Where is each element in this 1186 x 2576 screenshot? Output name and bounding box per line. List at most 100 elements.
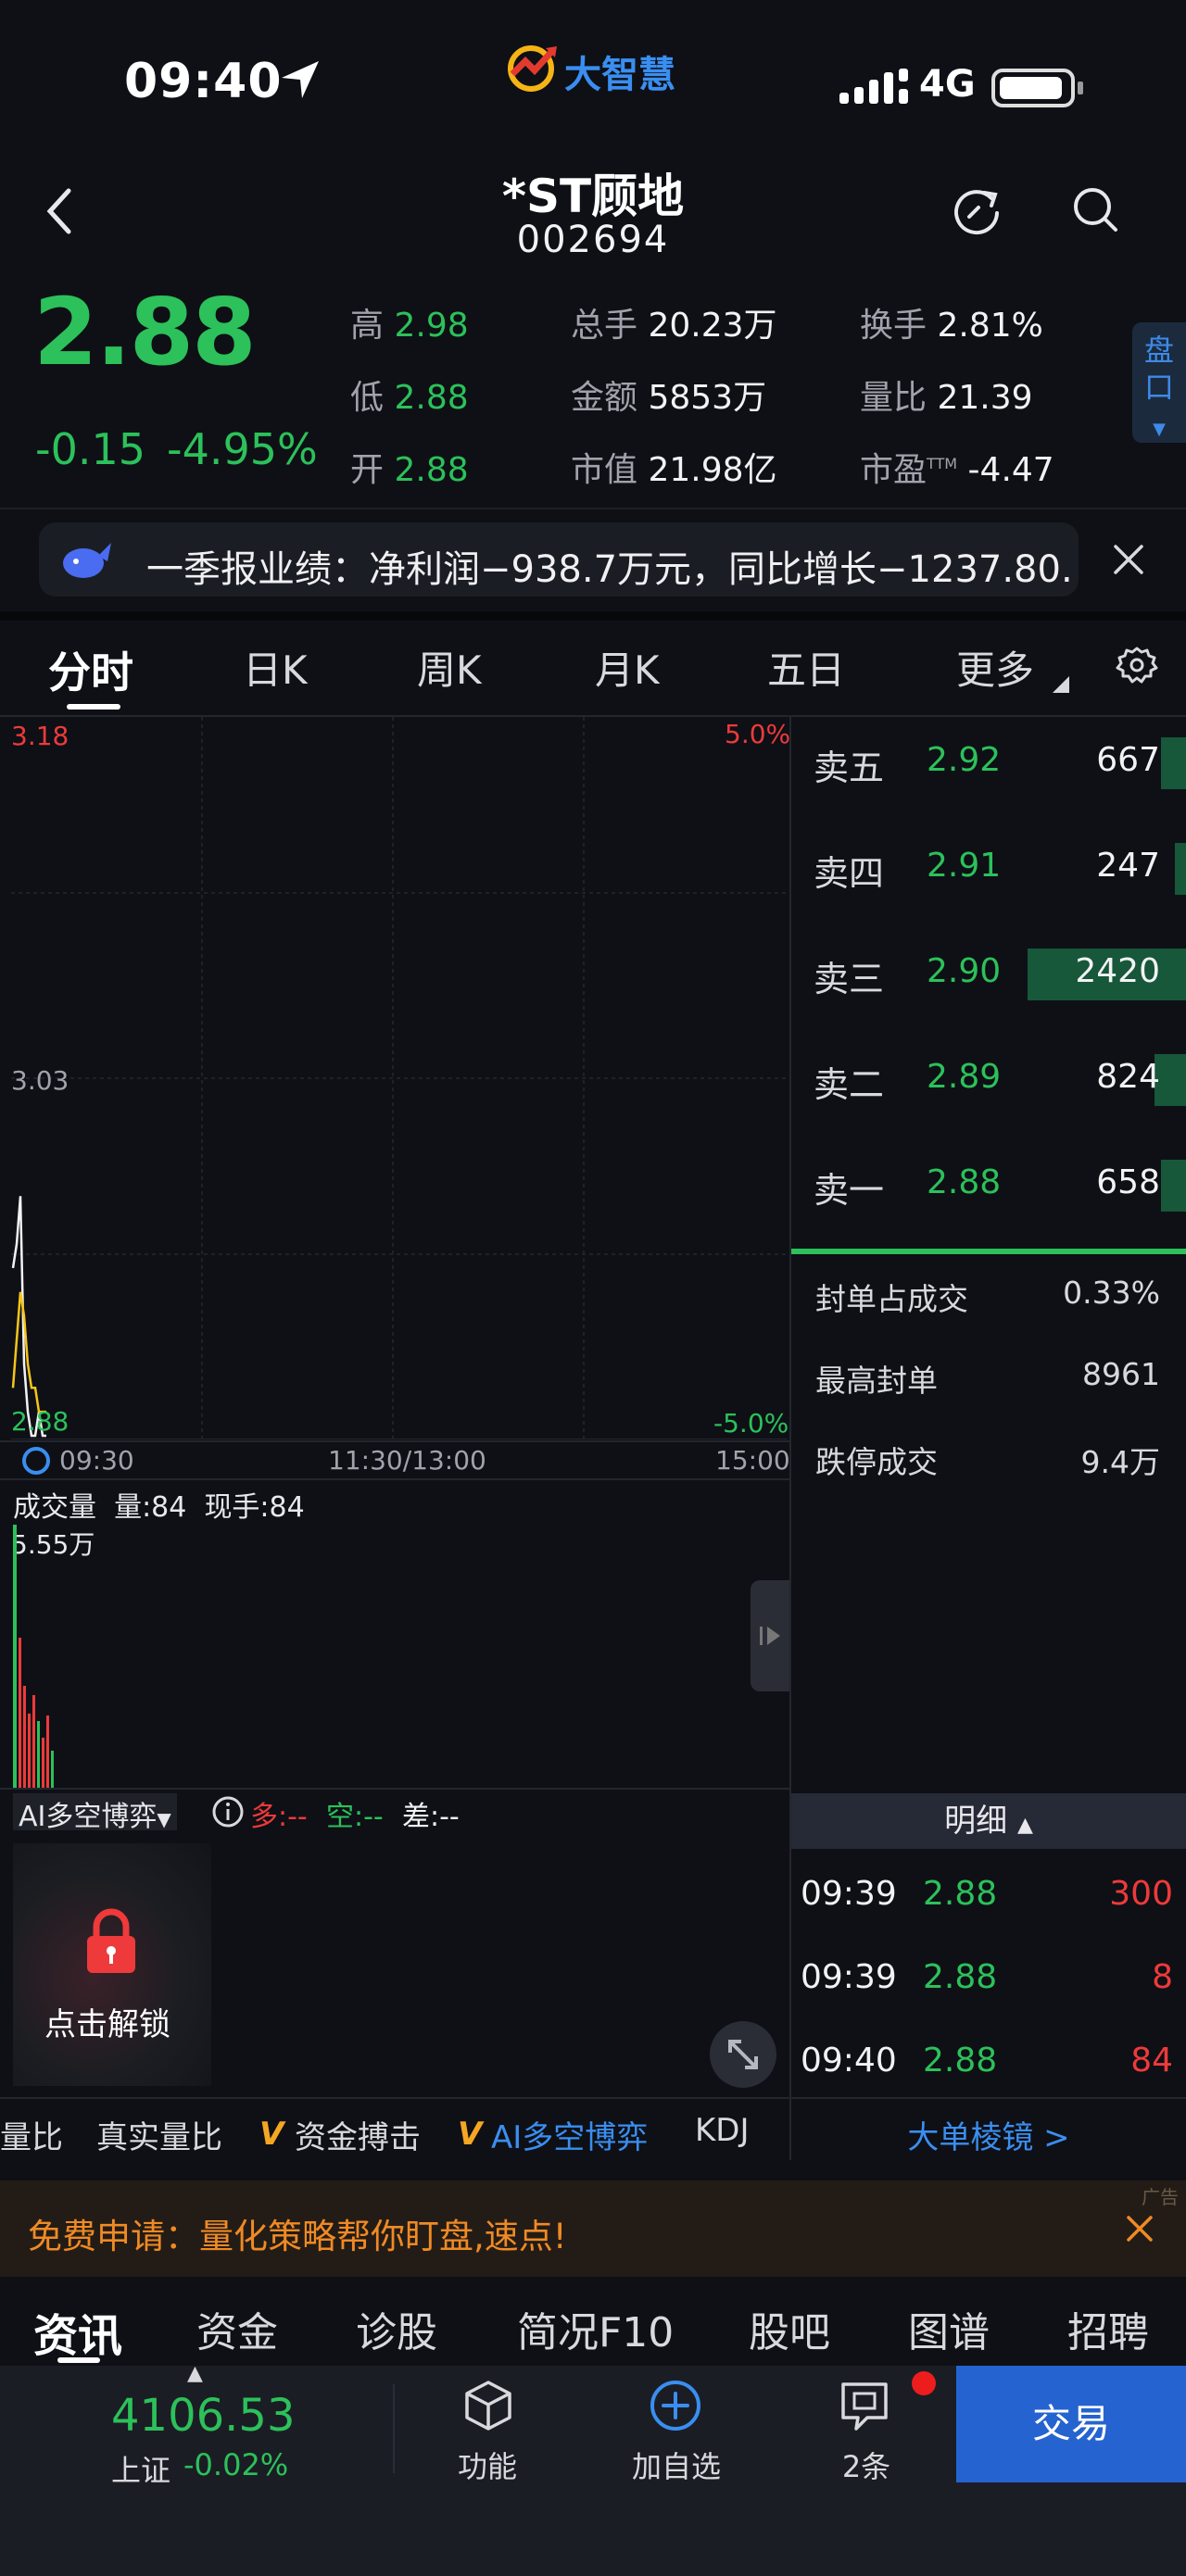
signal-icon <box>839 69 914 109</box>
location-arrow-icon <box>278 57 322 106</box>
tab-more[interactable]: 更多 <box>956 639 1034 696</box>
indicator-tab-capital-fight[interactable]: 资金搏击 <box>295 2112 421 2157</box>
search-icon[interactable] <box>1069 183 1123 241</box>
stat-market-cap: 市值 21.98亿 <box>571 451 777 489</box>
vip-icon: V <box>259 2116 284 2153</box>
notice-text: 一季报业绩：净利润−938.7万元，同比增长−1237.80... <box>146 548 1073 591</box>
divider <box>393 2384 395 2473</box>
tab-five-day[interactable]: 五日 <box>767 639 845 696</box>
order-book-volume: 824 <box>1096 1058 1160 1096</box>
tab-daily-k[interactable]: 日K <box>243 639 308 696</box>
order-book-price: 2.88 <box>927 1163 1002 1201</box>
detail-row-price: 2.88 <box>923 2042 998 2080</box>
x-axis-open: 09:30 <box>59 1445 134 1476</box>
divider <box>0 1478 789 1480</box>
add-watchlist-button[interactable]: 加自选 <box>612 2444 741 2486</box>
divider <box>0 2097 1186 2099</box>
order-book-price: 2.91 <box>927 847 1002 885</box>
cube-icon[interactable] <box>461 2379 515 2436</box>
y-axis-mid-label: 3.03 <box>11 1065 69 1096</box>
order-book-price: 2.89 <box>927 1058 1002 1096</box>
expand-right-icon <box>758 1623 784 1652</box>
add-watchlist-icon[interactable] <box>649 2379 702 2436</box>
tab-diagnosis[interactable]: 诊股 <box>356 2299 437 2358</box>
message-icon[interactable] <box>838 2379 891 2436</box>
close-icon[interactable] <box>1112 543 1145 580</box>
order-book-volume: 247 <box>1096 847 1160 885</box>
order-book-volume: 667 <box>1096 741 1160 779</box>
tab-monthly-k[interactable]: 月K <box>595 639 660 696</box>
order-book-price: 2.92 <box>927 741 1002 779</box>
divider <box>0 1440 789 1442</box>
trade-button[interactable]: 交易 <box>956 2366 1186 2482</box>
ai-diff-value: 差:-- <box>402 1801 460 1833</box>
big-order-link[interactable]: 大单棱镜 > <box>791 2112 1186 2157</box>
panel-divider <box>789 715 791 2160</box>
intraday-price-plot <box>11 1196 46 1438</box>
tab-capital[interactable]: 资金 <box>196 2299 278 2358</box>
info-icon[interactable] <box>211 1795 245 1832</box>
tab-jobs[interactable]: 招聘 <box>1067 2299 1149 2358</box>
ai-short-value: 空:-- <box>326 1801 384 1833</box>
order-book-volume-bar <box>1161 1160 1186 1212</box>
stat-total-volume: 总手 20.23万 <box>571 307 777 345</box>
tab-weekly-k[interactable]: 周K <box>417 639 482 696</box>
order-book-label: 卖二 <box>814 1064 885 1105</box>
tab-news[interactable]: 资讯 <box>33 2299 122 2364</box>
order-book-volume-bar <box>1161 737 1186 789</box>
stat-turnover: 换手 2.81% <box>860 307 1043 345</box>
indicator-tab-true-volume-ratio[interactable]: 真实量比 <box>96 2112 222 2157</box>
stat-high: 高 2.98 <box>350 307 469 345</box>
detail-header[interactable]: 明细 ▲ <box>791 1793 1186 1849</box>
ai-indicator-select[interactable]: AI多空博弈▼ <box>13 1793 177 1833</box>
index-change: -0.02% <box>183 2447 289 2482</box>
tab-intraday[interactable]: 分时 <box>48 639 133 700</box>
notification-dot <box>912 2371 936 2395</box>
caret-up-icon: ▲ <box>187 2362 203 2385</box>
caret-down-icon: ▼ <box>157 1808 171 1830</box>
order-book-separator <box>791 1249 1186 1254</box>
price-change-pct: -4.95% <box>167 424 318 474</box>
detail-row-time: 09:39 <box>801 1875 897 1913</box>
messages-button[interactable]: 2条 <box>815 2444 917 2486</box>
tab-f10[interactable]: 简况F10 <box>517 2299 674 2358</box>
index-value[interactable]: 4106.53 <box>111 2390 296 2442</box>
limit-stat-value-2: 9.4万 <box>1080 1444 1160 1480</box>
stat-low: 低 2.88 <box>350 379 469 417</box>
refresh-icon[interactable] <box>949 183 1003 241</box>
order-book-label: 卖五 <box>814 748 885 788</box>
divider <box>0 1788 789 1790</box>
tab-active-indicator <box>57 2357 100 2363</box>
limit-stat-label-2: 跌停成交 <box>815 1444 938 1480</box>
indicator-tab-kdj[interactable]: KDJ <box>695 2112 750 2149</box>
detail-row-time: 09:39 <box>801 1958 897 1996</box>
detail-row-volume: 8 <box>1152 1958 1173 1996</box>
stat-volume-ratio: 量比 21.39 <box>860 379 1033 417</box>
ad-text: 免费申请：量化策略帮你盯盘,速点! <box>28 2217 567 2256</box>
order-panel-toggle[interactable]: 盘口 ▼ <box>1132 322 1186 443</box>
y-axis-bottom-label: 2.88 <box>11 1406 69 1437</box>
gear-icon[interactable] <box>1116 645 1158 691</box>
current-price: 2.88 <box>33 278 257 386</box>
fullscreen-icon[interactable] <box>708 2019 778 2093</box>
close-icon[interactable] <box>1125 2214 1154 2247</box>
whale-icon <box>57 535 113 587</box>
unlock-label: 点击解锁 <box>44 2006 170 2043</box>
tab-graph[interactable]: 图谱 <box>908 2299 990 2358</box>
volume-bars <box>13 1525 54 1788</box>
ai-long-value: 多:-- <box>250 1801 308 1833</box>
function-button[interactable]: 功能 <box>435 2444 539 2486</box>
limit-stat-value-0: 0.33% <box>1063 1275 1160 1311</box>
limit-stat-label-1: 最高封单 <box>815 1363 938 1399</box>
indicator-tab-volume-ratio[interactable]: 量比 <box>0 2112 63 2157</box>
detail-row-volume: 300 <box>1109 1875 1173 1913</box>
indicator-tab-ai-game[interactable]: AI多空博弈 <box>491 2112 648 2157</box>
order-book-volume-bar <box>1175 843 1186 895</box>
stat-open: 开 2.88 <box>350 451 469 489</box>
tab-forum[interactable]: 股吧 <box>749 2299 830 2358</box>
order-book-label: 卖一 <box>814 1170 885 1211</box>
y-axis-bottom-pct: -5.0% <box>713 1408 789 1439</box>
vip-icon: V <box>458 2116 483 2153</box>
corner-caret-icon <box>1053 676 1069 697</box>
limit-stat-value-1: 8961 <box>1082 1356 1160 1392</box>
